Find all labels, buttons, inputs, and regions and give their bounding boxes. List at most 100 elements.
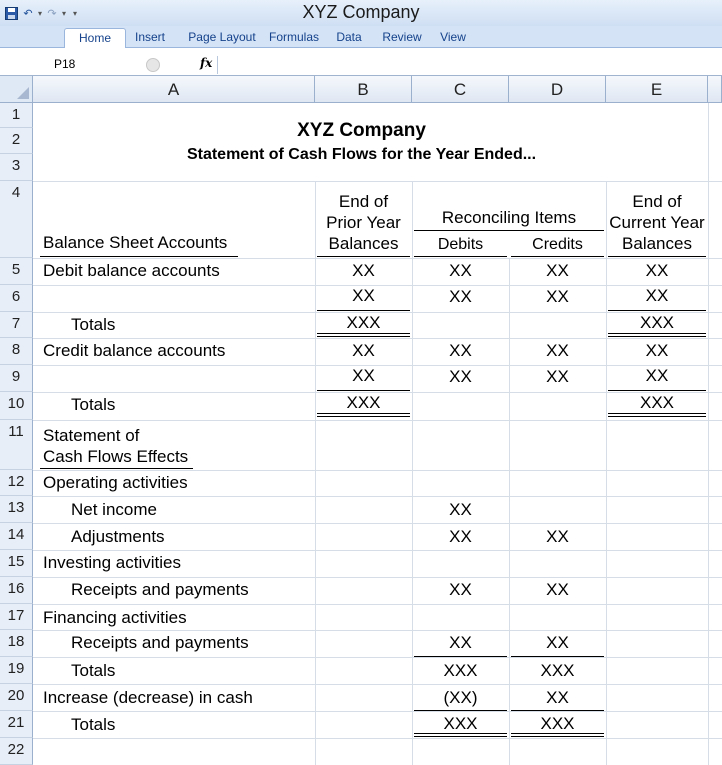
tab-view[interactable]: View xyxy=(434,28,472,48)
cell-d5[interactable]: XX xyxy=(509,261,606,281)
gridline xyxy=(33,496,722,497)
row-header[interactable]: 16 xyxy=(0,577,33,604)
cell-d8[interactable]: XX xyxy=(509,341,606,361)
cell-d9[interactable]: XX xyxy=(509,367,606,387)
cell-d16[interactable]: XX xyxy=(509,580,606,600)
cell-c21[interactable]: XXX xyxy=(412,714,509,734)
cell-e7[interactable]: XXX xyxy=(606,313,708,333)
underline xyxy=(414,656,507,657)
cell-c6[interactable]: XX xyxy=(412,287,509,307)
column-header-c[interactable]: C xyxy=(412,76,509,103)
name-box[interactable]: P18 xyxy=(2,56,142,73)
cell-b8[interactable]: XX xyxy=(315,341,412,361)
gridline xyxy=(33,711,722,712)
cell-a20[interactable]: Increase (decrease) in cash xyxy=(43,688,253,708)
row-header[interactable]: 11 xyxy=(0,420,33,470)
cell-e6[interactable]: XX xyxy=(606,286,708,306)
row-header[interactable]: 2 xyxy=(0,128,33,154)
tab-data[interactable]: Data xyxy=(331,28,367,48)
cell-b5[interactable]: XX xyxy=(315,261,412,281)
row-header[interactable]: 9 xyxy=(0,365,33,392)
cell-b6[interactable]: XX xyxy=(315,286,412,306)
formula-input[interactable] xyxy=(222,56,718,73)
cell-e5[interactable]: XX xyxy=(606,261,708,281)
column-header-e[interactable]: E xyxy=(606,76,708,103)
cell-a11-line-1[interactable]: Statement of xyxy=(43,426,139,446)
row-header[interactable]: 18 xyxy=(0,630,33,657)
row-header[interactable]: 4 xyxy=(0,181,33,258)
cell-d6[interactable]: XX xyxy=(509,287,606,307)
header-e-line-3: Balances xyxy=(622,234,692,253)
column-header-b[interactable]: B xyxy=(315,76,412,103)
cell-a10[interactable]: Totals xyxy=(71,395,115,415)
tab-page-layout[interactable]: Page Layout xyxy=(183,28,261,48)
cell-a7[interactable]: Totals xyxy=(71,315,115,335)
cell-d19[interactable]: XXX xyxy=(509,661,606,681)
cell-c18[interactable]: XX xyxy=(412,633,509,653)
row-header[interactable]: 3 xyxy=(0,154,33,181)
cell-a14[interactable]: Adjustments xyxy=(71,527,165,547)
underline xyxy=(511,710,604,711)
cell-a11-line-2[interactable]: Cash Flows Effects xyxy=(43,447,188,467)
cell-c14[interactable]: XX xyxy=(412,527,509,547)
cell-e10[interactable]: XXX xyxy=(606,393,708,413)
underline xyxy=(511,656,604,657)
row-header[interactable]: 5 xyxy=(0,258,33,285)
cell-d18[interactable]: XX xyxy=(509,633,606,653)
row-header[interactable]: 10 xyxy=(0,392,33,420)
cell-d14[interactable]: XX xyxy=(509,527,606,547)
row-header[interactable]: 8 xyxy=(0,338,33,365)
cell-b7[interactable]: XXX xyxy=(315,313,412,333)
cell-c20[interactable]: (XX) xyxy=(412,688,509,708)
cell-a13[interactable]: Net income xyxy=(71,500,157,520)
cell-c13[interactable]: XX xyxy=(412,500,509,520)
cell-c8[interactable]: XX xyxy=(412,341,509,361)
header-credits: Credits xyxy=(532,236,583,253)
name-box-resize-handle[interactable] xyxy=(146,58,160,72)
cell-a19[interactable]: Totals xyxy=(71,661,115,681)
cell-a17[interactable]: Financing activities xyxy=(43,608,187,628)
cell-a16[interactable]: Receipts and payments xyxy=(71,580,249,600)
cell-b9[interactable]: XX xyxy=(315,366,412,386)
row-header[interactable]: 14 xyxy=(0,523,33,550)
tab-insert[interactable]: Insert xyxy=(128,28,172,48)
row-header[interactable]: 22 xyxy=(0,738,33,765)
row-header[interactable]: 6 xyxy=(0,285,33,312)
cell-d21[interactable]: XXX xyxy=(509,714,606,734)
cell-a12[interactable]: Operating activities xyxy=(43,473,188,493)
cell-e9[interactable]: XX xyxy=(606,366,708,386)
row-header[interactable]: 7 xyxy=(0,312,33,338)
tab-home[interactable]: Home xyxy=(64,28,126,48)
row-header[interactable]: 1 xyxy=(0,103,33,128)
cell-e8[interactable]: XX xyxy=(606,341,708,361)
column-header-a[interactable]: A xyxy=(33,76,315,103)
cell-d20[interactable]: XX xyxy=(509,688,606,708)
cell-c16[interactable]: XX xyxy=(412,580,509,600)
row-header[interactable]: 13 xyxy=(0,496,33,523)
row-header[interactable]: 12 xyxy=(0,470,33,496)
cell-a8[interactable]: Credit balance accounts xyxy=(43,341,225,361)
cell-a15[interactable]: Investing activities xyxy=(43,553,181,573)
gridline xyxy=(33,181,722,182)
cell-c9[interactable]: XX xyxy=(412,367,509,387)
cell-a18[interactable]: Receipts and payments xyxy=(71,633,249,653)
cell-a5[interactable]: Debit balance accounts xyxy=(43,261,220,281)
tab-formulas[interactable]: Formulas xyxy=(264,28,324,48)
underline xyxy=(608,390,706,391)
spreadsheet-grid[interactable]: A B C D E 1 2 3 4 5 6 7 8 9 10 11 12 13 … xyxy=(0,76,722,765)
row-header[interactable]: 17 xyxy=(0,604,33,630)
cell-a21[interactable]: Totals xyxy=(71,715,115,735)
cell-b10[interactable]: XXX xyxy=(315,393,412,413)
select-all-button[interactable] xyxy=(0,76,33,103)
cell-c5[interactable]: XX xyxy=(412,261,509,281)
row-header[interactable]: 15 xyxy=(0,550,33,577)
tab-review[interactable]: Review xyxy=(377,28,427,48)
row-header[interactable]: 19 xyxy=(0,657,33,684)
row-header[interactable]: 21 xyxy=(0,711,33,738)
insert-function-icon[interactable]: fx xyxy=(200,56,212,70)
column-header-d[interactable]: D xyxy=(509,76,606,103)
gridline xyxy=(33,604,722,605)
row-header[interactable]: 20 xyxy=(0,684,33,711)
cell-c19[interactable]: XXX xyxy=(412,661,509,681)
underline xyxy=(40,256,238,257)
